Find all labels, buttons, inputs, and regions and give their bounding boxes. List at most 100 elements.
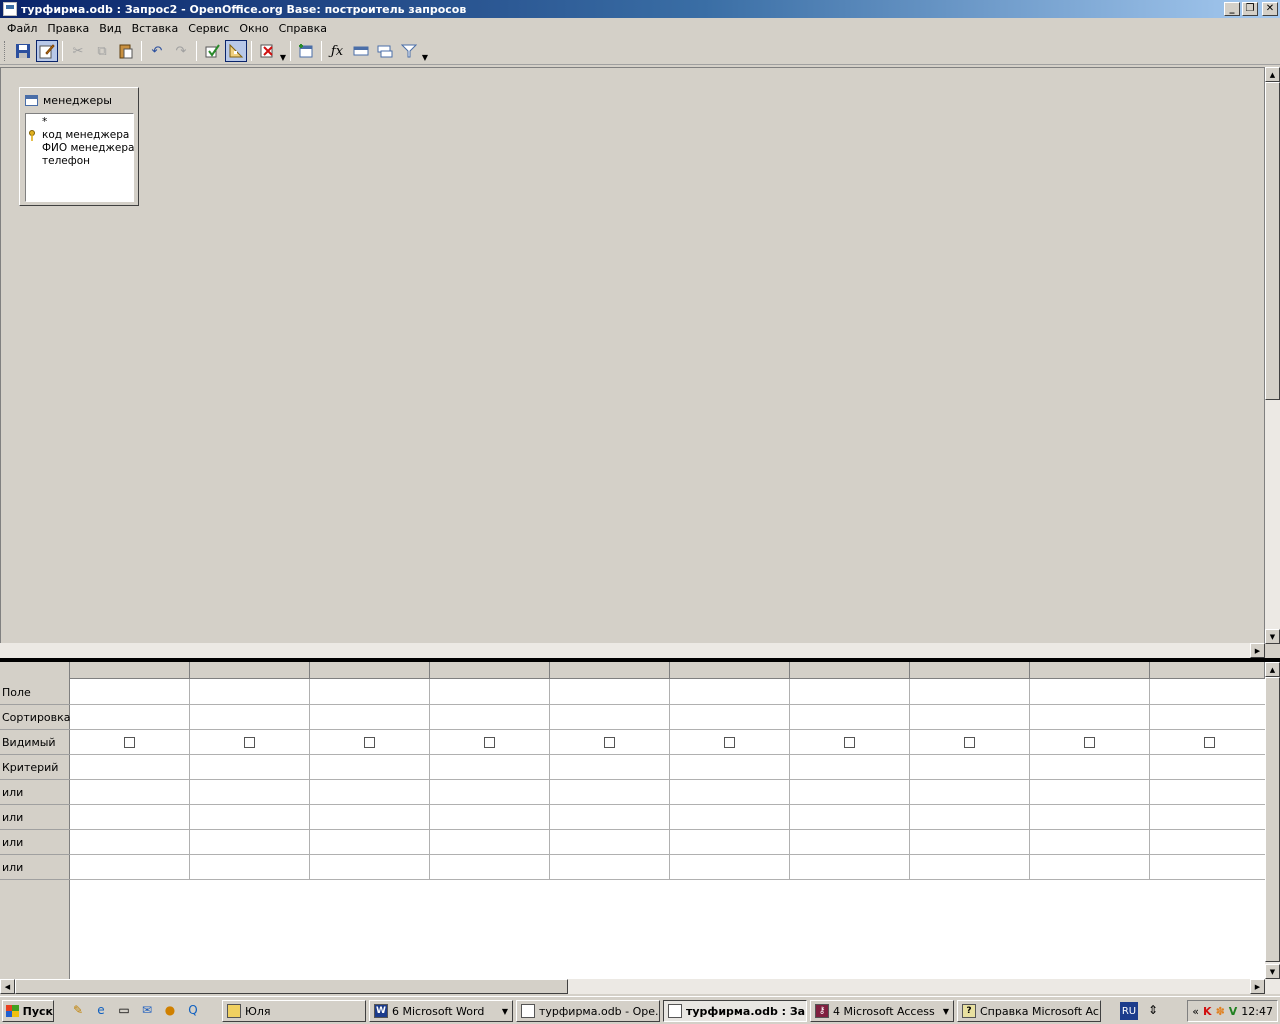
quicklaunch-q-icon[interactable]: Q <box>185 1002 201 1018</box>
column-header[interactable] <box>310 662 430 679</box>
visible-checkbox[interactable] <box>724 737 735 748</box>
scroll-down-icon[interactable]: ▼ <box>1265 629 1280 644</box>
quicklaunch-desktop-icon[interactable]: ▭ <box>116 1002 132 1018</box>
task-access-help[interactable]: ? Справка Microsoft Ac... <box>957 1000 1101 1022</box>
menu-file[interactable]: Файл <box>2 19 42 38</box>
column-header[interactable] <box>190 662 310 679</box>
grid-hscroll-thumb[interactable] <box>15 979 568 994</box>
column-header[interactable] <box>70 662 190 679</box>
close-button[interactable]: ✕ <box>1262 2 1278 16</box>
scroll-thumb[interactable] <box>1265 82 1280 400</box>
quicklaunch-ie-icon[interactable]: e <box>93 1002 109 1018</box>
scroll-up-icon[interactable]: ▲ <box>1265 67 1280 82</box>
visible-checkbox[interactable] <box>1204 737 1215 748</box>
help-icon: ? <box>962 1004 976 1018</box>
functions-icon[interactable]: ƒx <box>326 40 348 62</box>
task-word[interactable]: W 6 Microsoft Word ▼ <box>369 1000 513 1022</box>
visible-checkbox[interactable] <box>604 737 615 748</box>
tray-flower-icon[interactable]: ✽ <box>1216 1005 1225 1018</box>
grid-scroll-up-icon[interactable]: ▲ <box>1265 662 1280 677</box>
menu-tools[interactable]: Сервис <box>183 19 234 38</box>
table-names-icon[interactable] <box>374 40 396 62</box>
row-divider <box>70 804 1265 805</box>
toolbar-dropdown-2-icon[interactable]: ▼ <box>421 40 429 62</box>
visible-checkbox[interactable] <box>844 737 855 748</box>
column-header[interactable] <box>550 662 670 679</box>
visible-checkbox[interactable] <box>964 737 975 748</box>
visible-checkbox[interactable] <box>484 737 495 748</box>
visible-checkbox[interactable] <box>1084 737 1095 748</box>
visible-checkbox[interactable] <box>364 737 375 748</box>
scroll-right-icon[interactable]: ▶ <box>1250 643 1265 658</box>
column-header[interactable] <box>430 662 550 679</box>
task-base-main[interactable]: турфирма.odb - Ope... <box>516 1000 660 1022</box>
clock[interactable]: 12:47 <box>1241 1005 1273 1018</box>
toolbar-dropdown-icon[interactable]: ▼ <box>279 40 287 62</box>
add-table-icon[interactable] <box>295 40 317 62</box>
grid-vertical-scrollbar[interactable]: ▲ ▼ <box>1265 662 1280 979</box>
task-base-query[interactable]: турфирма.odb : За... <box>663 1000 807 1022</box>
grid-horizontal-scrollbar[interactable]: ◀ ▶ <box>0 979 1280 994</box>
field-item-all[interactable]: * <box>42 116 133 129</box>
menu-edit[interactable]: Правка <box>42 19 94 38</box>
run-query-icon[interactable] <box>201 40 223 62</box>
column-header[interactable] <box>1030 662 1150 679</box>
grid-scroll-down-icon[interactable]: ▼ <box>1265 964 1280 979</box>
table-design-area[interactable] <box>0 67 1265 644</box>
design-horizontal-scrollbar[interactable]: ▶ <box>0 643 1265 658</box>
menu-view[interactable]: Вид <box>94 19 126 38</box>
tray-antivirus-icon[interactable]: K <box>1203 1005 1212 1018</box>
folder-icon <box>227 1004 241 1018</box>
column-header[interactable] <box>910 662 1030 679</box>
field-list: * код менеджера ФИО менеджера телефон <box>25 113 134 202</box>
save-icon[interactable] <box>12 40 34 62</box>
column-header[interactable] <box>1150 662 1265 679</box>
column-header[interactable] <box>790 662 910 679</box>
title-bar[interactable]: турфирма.odb : Запрос2 - OpenOffice.org … <box>0 0 1280 18</box>
design-view-icon[interactable] <box>225 40 247 62</box>
row-divider <box>70 754 1265 755</box>
grid-scroll-thumb[interactable] <box>1265 677 1280 962</box>
start-button[interactable]: Пуск <box>2 1000 54 1022</box>
grid-scroll-right-icon[interactable]: ▶ <box>1250 979 1265 994</box>
clear-icon[interactable] <box>256 40 278 62</box>
undo-icon[interactable]: ↶ <box>146 40 168 62</box>
field-item-manager-name[interactable]: ФИО менеджера <box>42 142 134 155</box>
minimize-button[interactable]: _ <box>1224 2 1240 16</box>
redo-icon[interactable]: ↷ <box>170 40 192 62</box>
table-window-managers[interactable]: менеджеры * код менеджера ФИО менеджера … <box>19 87 139 206</box>
app-icon[interactable] <box>3 2 17 16</box>
column-header[interactable] <box>670 662 790 679</box>
grid-scroll-left-icon[interactable]: ◀ <box>0 979 15 994</box>
quicklaunch-outlook-icon[interactable]: ✉ <box>139 1002 155 1018</box>
menu-help[interactable]: Справка <box>274 19 332 38</box>
language-indicator[interactable]: RU <box>1120 1002 1138 1020</box>
visible-checkbox[interactable] <box>124 737 135 748</box>
quicklaunch-pen-icon[interactable]: ✎ <box>70 1002 86 1018</box>
paste-icon[interactable] <box>115 40 137 62</box>
quicklaunch-media-icon[interactable]: ● <box>162 1002 178 1018</box>
group-arrow-icon: ▼ <box>501 1006 508 1016</box>
tray-v-icon[interactable]: V <box>1229 1005 1238 1018</box>
copy-icon[interactable]: ⧉ <box>91 40 113 62</box>
visible-checkbox[interactable] <box>244 737 255 748</box>
task-folder[interactable]: Юля <box>222 1000 366 1022</box>
cut-icon[interactable]: ✂ <box>67 40 89 62</box>
table-window-header[interactable]: менеджеры <box>20 88 138 112</box>
field-item-phone[interactable]: телефон <box>42 155 133 168</box>
restore-button[interactable]: ❐ <box>1242 2 1258 16</box>
menu-window[interactable]: Окно <box>234 19 273 38</box>
row-divider <box>70 729 1265 730</box>
distinct-icon[interactable] <box>398 40 420 62</box>
row-divider <box>70 879 1265 880</box>
task-access[interactable]: ⚷ 4 Microsoft Access ▼ <box>810 1000 954 1022</box>
menu-insert[interactable]: Вставка <box>127 19 184 38</box>
tray-pin-icon[interactable]: ⇕ <box>1145 1002 1161 1018</box>
design-vertical-scrollbar[interactable]: ▲ ▼ <box>1265 67 1280 644</box>
field-names-icon[interactable] <box>350 40 372 62</box>
toolbar-grip[interactable] <box>4 41 7 61</box>
field-item-manager-code[interactable]: код менеджера <box>29 129 133 142</box>
tray-expand-icon[interactable]: « <box>1192 1005 1199 1018</box>
edit-icon[interactable] <box>36 40 58 62</box>
task-label: турфирма.odb - Ope... <box>539 1004 660 1018</box>
